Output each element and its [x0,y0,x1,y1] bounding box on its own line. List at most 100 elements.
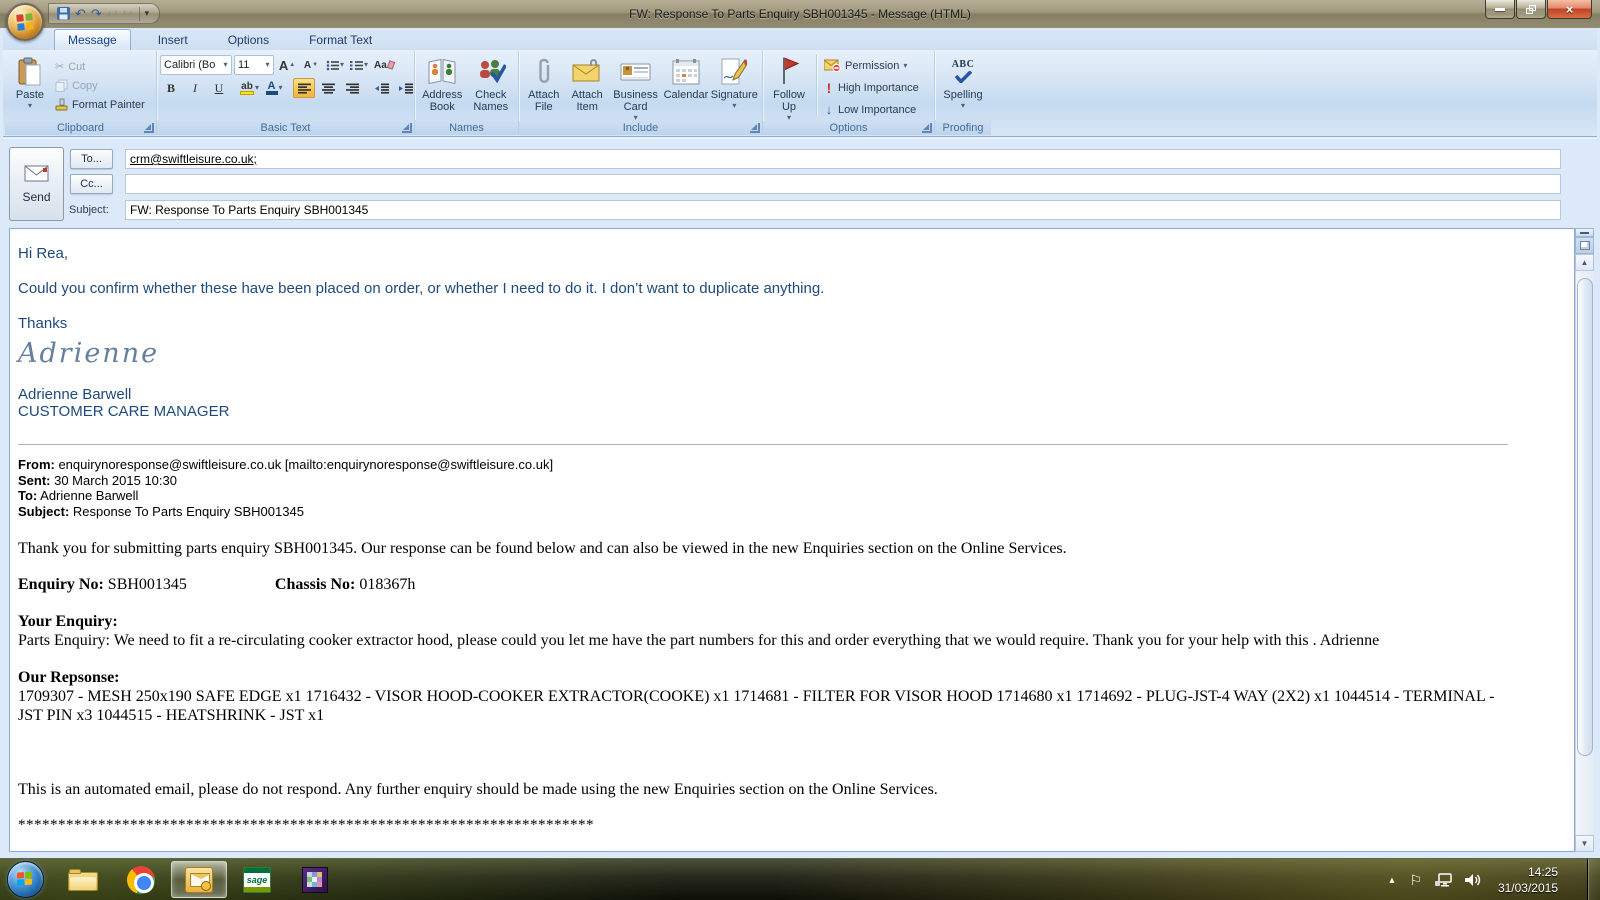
send-button[interactable]: Send [9,147,64,221]
network-icon[interactable] [1435,873,1452,887]
paste-button[interactable]: Paste ▾ [8,53,52,115]
attach-file-button[interactable]: Attach File [522,53,565,115]
permission-button[interactable]: Permission ▾ [821,56,922,75]
compose-canvas[interactable]: Hi Rea, Could you confirm whether these … [9,228,1575,852]
align-left-icon [297,83,311,94]
taskbar-item-app-grid[interactable] [287,861,343,898]
cc-button[interactable]: Cc... [70,174,113,194]
address-book-button[interactable]: Address Book [418,53,467,115]
attach-item-button[interactable]: Attach Item [565,53,608,115]
to-field[interactable]: crm@swiftleisure.co.uk; [125,149,1561,169]
tab-options[interactable]: Options [215,29,282,50]
decrease-indent-button[interactable] [371,78,393,98]
to-recipient[interactable]: crm@swiftleisure.co.uk; [130,152,257,166]
action-center-flag-icon[interactable]: ⚐ [1409,872,1422,889]
clipboard-dialog-launcher-icon[interactable] [144,123,154,133]
font-color-button[interactable]: A ▾ [263,78,285,98]
office-button[interactable] [6,3,44,41]
include-group-label-bar: Include [519,121,762,135]
italic-button[interactable]: I [184,78,206,98]
taskbar-item-explorer[interactable] [55,861,111,898]
highlight-button[interactable]: ab ▾ [238,78,261,98]
cc-field[interactable] [125,174,1561,194]
calendar-button[interactable]: Calendar [662,53,709,115]
split-handle[interactable] [1575,228,1594,237]
align-left-button[interactable] [293,78,316,98]
previous-item-icon[interactable]: ↩ [107,7,118,20]
include-dialog-launcher-icon[interactable] [750,123,760,133]
spelling-button[interactable]: ABC Spelling ▾ [938,53,988,115]
grow-font-button[interactable]: A ▲ [276,55,298,75]
check-names-button[interactable]: Check Names [467,53,516,115]
taskbar-clock[interactable]: 14:25 31/03/2015 [1472,864,1558,896]
options-separator [816,55,817,115]
align-right-button[interactable] [341,78,363,98]
envelope-header: Send To... crm@swiftleisure.co.uk; Cc...… [3,138,1597,227]
scroll-up-button[interactable]: ▲ [1575,254,1594,271]
to-button[interactable]: To... [70,149,113,169]
grow-font-icon: A [278,57,289,73]
tab-message[interactable]: Message [54,29,131,50]
low-importance-button[interactable]: ↓ Low Importance [821,100,922,119]
screen: FW: Response To Parts Enquiry SBH001345 … [0,0,1600,900]
format-painter-button[interactable]: Format Painter [52,95,148,114]
align-center-button[interactable] [317,78,339,98]
bold-button[interactable]: B [160,78,182,98]
cut-button[interactable]: ✂ Cut [52,57,148,76]
save-icon[interactable] [57,7,70,20]
options-group-label-bar: Options [763,121,934,135]
increase-indent-button[interactable] [395,78,417,98]
signature-name: Adrienne Barwell [18,386,132,403]
greeting: Hi Rea, [18,245,69,262]
check-names-label: Check Names [473,89,509,113]
start-button[interactable] [7,861,44,898]
restore-icon [1526,4,1536,14]
tab-insert[interactable]: Insert [145,29,201,50]
cc-input[interactable] [130,175,1556,193]
send-label: Send [22,189,51,204]
scroll-down-button[interactable]: ▼ [1575,835,1594,852]
bullets-dropdown-icon: ▾ [340,60,345,69]
numbering-icon [350,60,364,71]
close-button[interactable]: × [1547,0,1592,19]
customize-qat-icon[interactable]: ▾ [145,8,150,19]
outlook-icon [185,866,213,893]
options-dialog-launcher-icon[interactable] [922,123,932,133]
taskbar-item-outlook[interactable] [171,861,227,898]
copy-button[interactable]: Copy [52,76,148,95]
underline-button[interactable]: U [208,78,230,98]
high-importance-button[interactable]: ! High Importance [821,78,922,97]
subject-field[interactable] [125,200,1561,220]
next-item-icon[interactable]: ↪ [123,7,134,20]
minimize-button[interactable] [1485,0,1515,19]
scrollbar-thumb[interactable] [1577,278,1593,756]
your-enquiry-heading: Your Enquiry: [18,613,118,630]
font-size-combo[interactable]: 11 ▾ [234,55,274,75]
tab-format-text[interactable]: Format Text [296,29,385,50]
business-card-button[interactable]: Business Card ▾ [609,53,662,122]
font-name-combo[interactable]: Calibri (Bo ▾ [160,55,232,75]
redo-icon[interactable]: ↷ [91,7,102,20]
numbering-button[interactable]: ▾ [348,55,370,75]
taskbar-item-sage[interactable]: sage [229,861,285,898]
show-hidden-icons-icon[interactable]: ▲ [1388,875,1397,885]
undo-icon[interactable]: ↶ [75,7,86,20]
bullets-button[interactable]: ▾ [324,55,346,75]
paste-dropdown-icon: ▾ [27,101,32,110]
scrollbar-track[interactable] [1575,271,1594,835]
show-desktop-button[interactable] [1587,859,1600,900]
permission-dropdown-icon: ▾ [903,60,908,70]
follow-up-flag-icon [777,55,801,87]
options-group-label: Options [829,122,868,134]
taskbar-item-chrome[interactable] [113,861,169,898]
clear-formatting-button[interactable]: Aa [372,55,396,75]
basic-text-dialog-launcher-icon[interactable] [402,123,412,133]
subject-input[interactable] [130,201,1556,219]
follow-up-button[interactable]: Follow Up ▾ [766,53,812,122]
restore-button[interactable] [1516,0,1546,19]
paste-icon [18,55,42,87]
ruler-toggle-button[interactable] [1575,237,1594,254]
body-paragraph: Could you confirm whether these have bee… [18,280,825,297]
signature-button[interactable]: Signature ▾ [710,53,759,115]
shrink-font-button[interactable]: A ▼ [300,55,322,75]
